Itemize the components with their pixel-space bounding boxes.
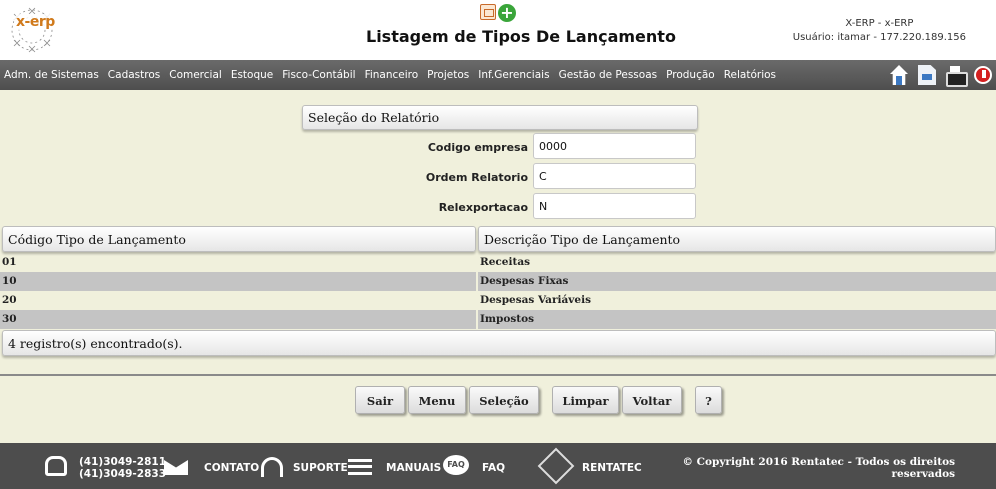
cell-descricao: Despesas Variáveis — [480, 294, 591, 306]
power-icon[interactable] — [974, 66, 992, 84]
menu-estoque[interactable]: Estoque — [231, 69, 273, 81]
footer: (41)3049-2811 (41)3049-2833 CONTATO SUPO… — [0, 443, 996, 489]
headset-icon[interactable] — [261, 457, 283, 477]
relexportacao-input[interactable] — [533, 193, 696, 219]
menu-financeiro[interactable]: Financeiro — [365, 69, 419, 81]
table-row[interactable]: 10 Despesas Fixas — [0, 272, 996, 291]
books-icon[interactable] — [348, 459, 372, 475]
sair-button[interactable]: Sair — [355, 386, 405, 414]
codigo-empresa-input[interactable] — [533, 133, 696, 159]
menu-adm-sistemas[interactable]: Adm. de Sistemas — [4, 69, 99, 81]
document-icon[interactable] — [918, 65, 936, 85]
table-row[interactable]: 30 Impostos — [0, 310, 996, 329]
menu-relatorios[interactable]: Relatórios — [724, 69, 776, 81]
menu-cadastros[interactable]: Cadastros — [108, 69, 160, 81]
logo-text: x-erp — [14, 14, 57, 30]
menu-icons — [890, 65, 992, 87]
user-info: X-ERP - x-ERP Usuário: itamar - 177.220.… — [793, 17, 966, 45]
selection-panel-title: Seleção do Relatório — [302, 105, 698, 130]
contato-link[interactable]: CONTATO — [204, 462, 259, 474]
phone-icon — [45, 456, 67, 476]
column-header-codigo[interactable]: Código Tipo de Lançamento — [2, 226, 476, 252]
phone-number-1: (41)3049-2811 — [79, 456, 167, 468]
home-icon[interactable] — [890, 65, 908, 85]
ordem-relatorio-input[interactable] — [533, 163, 696, 189]
relexportacao-label: Relexportacao — [438, 201, 528, 214]
add-icon[interactable]: + — [498, 4, 516, 22]
cell-descricao: Receitas — [480, 256, 531, 268]
copyright-line-1: © Copyright 2016 Rentatec - Todos os dir… — [682, 456, 955, 468]
table-row[interactable]: 20 Despesas Variáveis — [0, 291, 996, 310]
cell-codigo: 20 — [2, 294, 17, 306]
system-name: X-ERP - x-ERP — [845, 18, 914, 29]
header: x-erp + Listagem de Tipos De Lançamento … — [0, 0, 996, 60]
menu-fisco-contabil[interactable]: Fisco-Contábil — [282, 69, 355, 81]
selecao-button[interactable]: Seleção — [469, 386, 539, 414]
menu-inf-gerenciais[interactable]: Inf.Gerenciais — [478, 69, 549, 81]
phone-number-2: (41)3049-2833 — [79, 468, 167, 480]
ordem-relatorio-label: Ordem Relatorio — [425, 171, 528, 184]
copyright-line-2: reservados — [891, 468, 956, 480]
menu-button[interactable]: Menu — [408, 386, 466, 414]
faq-icon[interactable]: FAQ — [443, 455, 469, 475]
faq-link[interactable]: FAQ — [482, 462, 505, 474]
user-line: Usuário: itamar - 177.220.189.156 — [792, 32, 966, 43]
menu-producao[interactable]: Produção — [666, 69, 715, 81]
cell-codigo: 10 — [0, 272, 476, 291]
rentatec-link[interactable]: RENTATEC — [582, 462, 642, 474]
report-icon[interactable] — [480, 4, 496, 20]
mail-icon[interactable] — [164, 460, 188, 475]
copyright: © Copyright 2016 Rentatec - Todos os dir… — [680, 456, 955, 480]
cell-codigo: 30 — [0, 310, 476, 329]
voltar-button[interactable]: Voltar — [622, 386, 682, 414]
suporte-link[interactable]: SUPORTE — [293, 462, 348, 474]
help-button[interactable]: ? — [695, 386, 722, 414]
menu-gestao-pessoas[interactable]: Gestão de Pessoas — [559, 69, 658, 81]
column-header-descricao[interactable]: Descrição Tipo de Lançamento — [478, 226, 996, 252]
menu-comercial[interactable]: Comercial — [169, 69, 222, 81]
top-icons: + — [480, 4, 516, 22]
rentatec-icon[interactable] — [537, 447, 575, 485]
cell-descricao: Impostos — [478, 310, 996, 329]
limpar-button[interactable]: Limpar — [552, 386, 619, 414]
menu-projetos[interactable]: Projetos — [427, 69, 469, 81]
table-row[interactable]: 01 Receitas — [0, 253, 996, 272]
cell-descricao: Despesas Fixas — [478, 272, 996, 291]
record-count: 4 registro(s) encontrado(s). — [2, 330, 996, 356]
manuais-link[interactable]: MANUAIS — [386, 462, 441, 474]
codigo-empresa-label: Codigo empresa — [427, 141, 528, 154]
printer-icon[interactable] — [946, 65, 968, 87]
menu-items: Adm. de Sistemas Cadastros Comercial Est… — [4, 69, 776, 81]
page-title: Listagem de Tipos De Lançamento — [366, 27, 676, 46]
main-menu-bar: Adm. de Sistemas Cadastros Comercial Est… — [0, 60, 996, 90]
cell-codigo: 01 — [2, 256, 17, 268]
divider — [0, 374, 996, 376]
